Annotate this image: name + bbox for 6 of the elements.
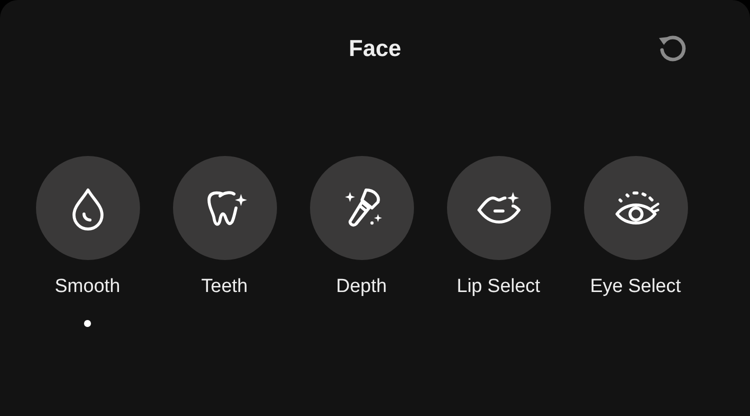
tool-label: Eye Select bbox=[590, 276, 681, 298]
panel-title: Face bbox=[348, 34, 402, 62]
tool-label: Teeth bbox=[201, 276, 248, 298]
tool-label: Smooth bbox=[54, 276, 120, 298]
tool-label: Lip Select bbox=[456, 276, 540, 298]
tool-label: Depth bbox=[336, 276, 387, 298]
